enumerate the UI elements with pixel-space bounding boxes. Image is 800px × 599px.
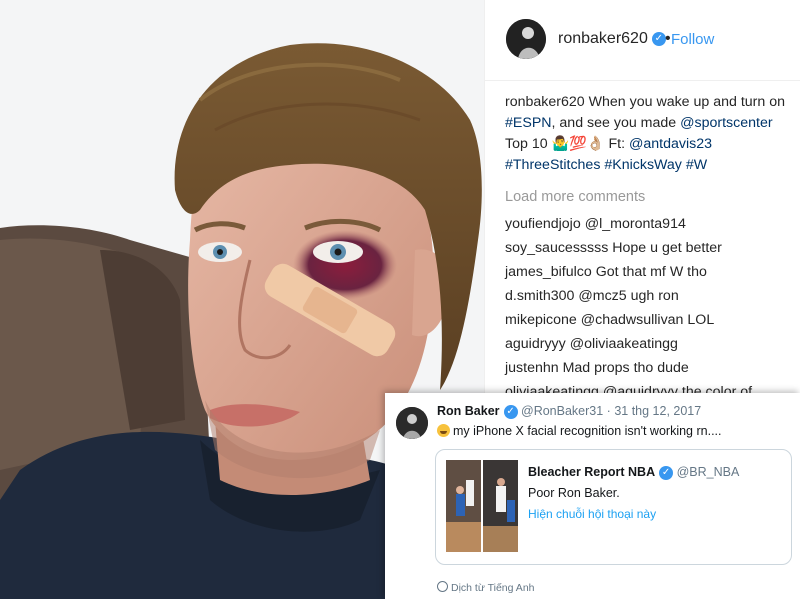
quoted-header: Bleacher Report NBA ✓ @BR_NBA [528, 465, 739, 480]
verified-icon: ✓ [659, 465, 674, 480]
comment-text: @mcz5 ugh ron [578, 288, 679, 304]
basketball-photo [446, 460, 481, 552]
comment-item: youfiendjojo @l_moronta914 [505, 216, 800, 240]
globe-icon [437, 581, 448, 592]
avatar[interactable] [396, 407, 428, 439]
basketball-photo [483, 460, 518, 552]
caption-text: , and see you made [551, 115, 681, 131]
post-header: ronbaker620 ✓ • Follow [485, 0, 800, 81]
tweet-text: my iPhone X facial recognition isn't wor… [437, 424, 721, 438]
comment-username[interactable]: aguidryyy [505, 336, 566, 352]
comment-list: youfiendjojo @l_moronta914 soy_saucessss… [505, 216, 800, 408]
username-text[interactable]: ronbaker620 [558, 30, 648, 47]
quoted-text: Poor Ron Baker. [528, 486, 620, 500]
comment-item: justenhn Mad props tho dude [505, 360, 800, 384]
quoted-tweet[interactable]: Bleacher Report NBA ✓ @BR_NBA Poor Ron Ba… [435, 449, 792, 565]
caption-text: When you wake up and turn on [588, 94, 786, 110]
avatar-image [506, 19, 546, 59]
comment-text: Mad props tho dude [562, 360, 689, 376]
translate-label[interactable]: Dịch từ Tiếng Anh [451, 582, 535, 594]
mention-link[interactable]: @antdavis23 [629, 136, 712, 152]
verified-icon: ✓ [503, 404, 518, 419]
comment-text: Got that mf W tho [595, 264, 707, 280]
avatar[interactable] [506, 19, 546, 59]
comment-item: soy_saucesssss Hope u get better [505, 240, 800, 264]
separator-dot: • [665, 30, 671, 47]
comment-item: d.smith300 @mcz5 ugh ron [505, 288, 800, 312]
hashtag-link[interactable]: #KnicksWay [604, 157, 682, 173]
comment-text: @oliviaakeatingg [569, 336, 678, 352]
show-thread-link[interactable]: Hiện chuỗi hội thoại này [528, 507, 656, 521]
caption-emojis: 🤷‍♂️💯👌🏼 [551, 136, 605, 152]
joy-emoji-icon [437, 424, 450, 437]
comment-username[interactable]: youfiendjojo [505, 216, 581, 232]
verified-icon: ✓ [651, 31, 666, 46]
tweet-text-content: my iPhone X facial recognition isn't wor… [453, 424, 722, 438]
hashtag-link[interactable]: #ESPN [505, 115, 552, 131]
username[interactable]: ronbaker620 ✓ [558, 30, 666, 48]
tweet-date[interactable]: 31 thg 12, 2017 [614, 404, 701, 418]
tweet-author-handle[interactable]: @RonBaker31 [521, 404, 603, 418]
comment-username[interactable]: justenhn [505, 360, 559, 376]
comment-text: Hope u get better [612, 240, 722, 256]
caption-username[interactable]: ronbaker620 [505, 94, 585, 110]
translate-link[interactable]: Dịch từ Tiếng Anh [437, 581, 535, 594]
comment-username[interactable]: d.smith300 [505, 288, 574, 304]
tweet-card[interactable]: Ron Baker ✓ @RonBaker31 · 31 thg 12, 2017… [385, 393, 800, 599]
comment-item: james_bifulco Got that mf W tho [505, 264, 800, 288]
post-caption: ronbaker620 When you wake up and turn on… [505, 92, 791, 176]
quoted-author-name[interactable]: Bleacher Report NBA [528, 465, 655, 479]
mention-link[interactable]: @sportscenter [680, 115, 772, 131]
comment-username[interactable]: james_bifulco [505, 264, 592, 280]
caption-text: Top 10 [505, 136, 552, 152]
quoted-author-handle[interactable]: @BR_NBA [677, 465, 740, 479]
comment-text: @l_moronta914 [584, 216, 686, 232]
comment-username[interactable]: soy_saucesssss [505, 240, 608, 256]
follow-button[interactable]: Follow [671, 31, 714, 48]
quoted-photo[interactable] [483, 460, 518, 552]
comment-item: aguidryyy @oliviaakeatingg [505, 336, 800, 360]
avatar-image [396, 407, 428, 439]
tweet-header: Ron Baker ✓ @RonBaker31 · 31 thg 12, 2017 [437, 404, 701, 419]
load-more-comments-button[interactable]: Load more comments [505, 189, 645, 205]
separator-dot: · [603, 404, 615, 418]
quoted-media[interactable] [446, 460, 518, 552]
hashtag-link[interactable]: #ThreeStitches [505, 157, 600, 173]
quoted-photo[interactable] [446, 460, 481, 552]
comment-text: @chadwsullivan LOL [580, 312, 715, 328]
comment-username[interactable]: mikepicone [505, 312, 577, 328]
comment-item: mikepicone @chadwsullivan LOL [505, 312, 800, 336]
hashtag-link[interactable]: #W [686, 157, 707, 173]
caption-text: Ft: [604, 136, 629, 152]
tweet-author-name[interactable]: Ron Baker [437, 404, 500, 418]
